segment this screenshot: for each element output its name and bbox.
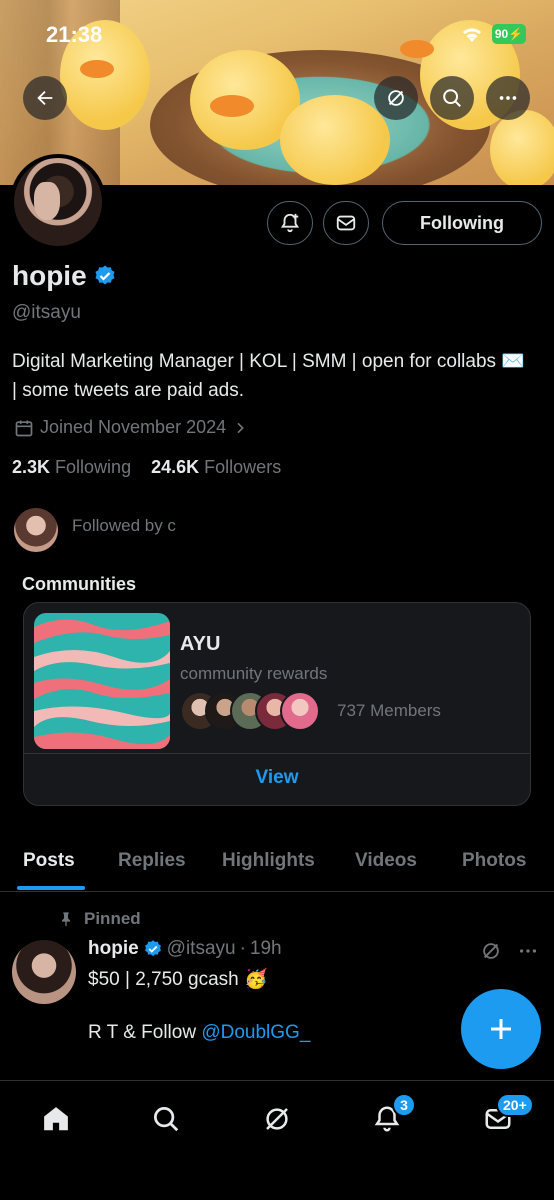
compose-button[interactable] [461,989,541,1069]
pinned-label: Pinned [84,909,141,928]
wifi-icon [460,24,484,49]
joined-date: Joined November 2024 [40,417,227,437]
followed-by-avatar[interactable] [14,508,58,552]
chevron-right-icon [237,422,244,433]
joined-row[interactable]: Joined November 2024 [14,417,248,438]
post-author-handle[interactable]: @itsayu [167,938,236,960]
active-tab-indicator [17,886,85,890]
notify-button[interactable] [267,201,313,245]
status-bar: 21:38 90 ⚡ [0,0,554,64]
grok-icon [388,90,404,106]
tab-photos[interactable]: Photos [462,850,526,872]
profile-bio: Digital Marketing Manager | KOL | SMM | … [12,351,525,401]
more-button[interactable] [486,76,530,120]
plus-icon [491,1019,511,1039]
tab-posts[interactable]: Posts [23,850,75,872]
messages-badge: 20+ [496,1093,534,1117]
message-button[interactable] [323,201,369,245]
post-author-avatar[interactable] [12,940,76,1004]
following-count: 2.3K [12,457,51,477]
communities-title: Communities [22,574,137,594]
calendar-icon [15,420,33,436]
search-icon [154,1107,179,1132]
profile-tabs: Posts Replies Highlights Videos Photos [0,838,554,892]
community-members-count: 737 Members [337,701,441,720]
grok-button[interactable] [374,76,418,120]
profile-avatar[interactable] [10,154,106,250]
post-separator: · [239,938,246,959]
bottom-nav: 3 20+ [0,1080,554,1200]
profile-handle: @itsayu [12,302,81,323]
profile-name-row: hopie [12,260,117,292]
post-grok-icon[interactable] [480,940,502,967]
post-time: 19h [249,938,282,959]
following-label: Following [55,457,132,477]
search-button[interactable] [430,76,474,120]
followed-by-text[interactable]: Followed by c [72,516,176,536]
pin-icon [62,912,70,927]
community-member-avatars [180,691,330,731]
nav-grok[interactable] [257,1099,297,1139]
tab-replies[interactable]: Replies [118,850,186,872]
post-header: hopie @itsayu · 19h [88,938,282,960]
card-divider [24,753,530,754]
followers-stat[interactable]: 24.6K Followers [151,457,281,477]
community-card[interactable]: AYU community rewards 737 Members View [23,602,531,806]
banner-art-duck [280,95,390,185]
followers-label: Followers [204,457,282,477]
nav-search[interactable] [146,1099,186,1139]
arrow-left-icon [37,90,53,106]
banner-art-beak [210,95,254,117]
post-text-line-2: R T & Follow @DoublGG_ [88,1022,310,1044]
verified-badge-icon [95,265,115,285]
envelope-icon [336,215,356,231]
community-view-button[interactable]: View [24,767,530,789]
post-mention-link[interactable]: @DoublGG_ [201,1022,310,1043]
pinned-label-row: Pinned [58,909,141,929]
verified-badge-icon [144,940,161,957]
notifications-badge: 3 [392,1093,416,1117]
status-time: 21:38 [46,22,103,47]
back-button[interactable] [23,76,67,120]
member-avatar [280,691,320,731]
home-icon [44,1107,68,1131]
post-more-icon[interactable] [517,940,539,967]
bell-plus-icon [280,213,300,233]
post-author-name[interactable]: hopie [88,938,139,960]
more-dots-icon [499,96,517,100]
following-button[interactable]: Following [382,201,542,245]
banner-art-duck [490,110,554,185]
battery-level: 90 [494,27,509,41]
community-image[interactable] [34,613,170,749]
tab-highlights[interactable]: Highlights [222,850,315,872]
following-stat[interactable]: 2.3K Following [12,457,131,477]
grok-icon [266,1108,288,1130]
community-description: community rewards [180,664,328,683]
followers-count: 24.6K [151,457,200,477]
post-text-line-1: $50 | 2,750 gcash 🥳 [88,969,268,990]
post-text-prefix: R T & Follow [88,1022,197,1043]
follow-stats: 2.3K Following 24.6K Followers [12,457,281,478]
nav-home[interactable] [36,1099,76,1139]
community-name: AYU [180,633,221,655]
profile-name: hopie [12,260,87,291]
search-icon [443,89,461,107]
battery-icon: 90 ⚡ [492,24,526,44]
tab-videos[interactable]: Videos [355,850,417,872]
